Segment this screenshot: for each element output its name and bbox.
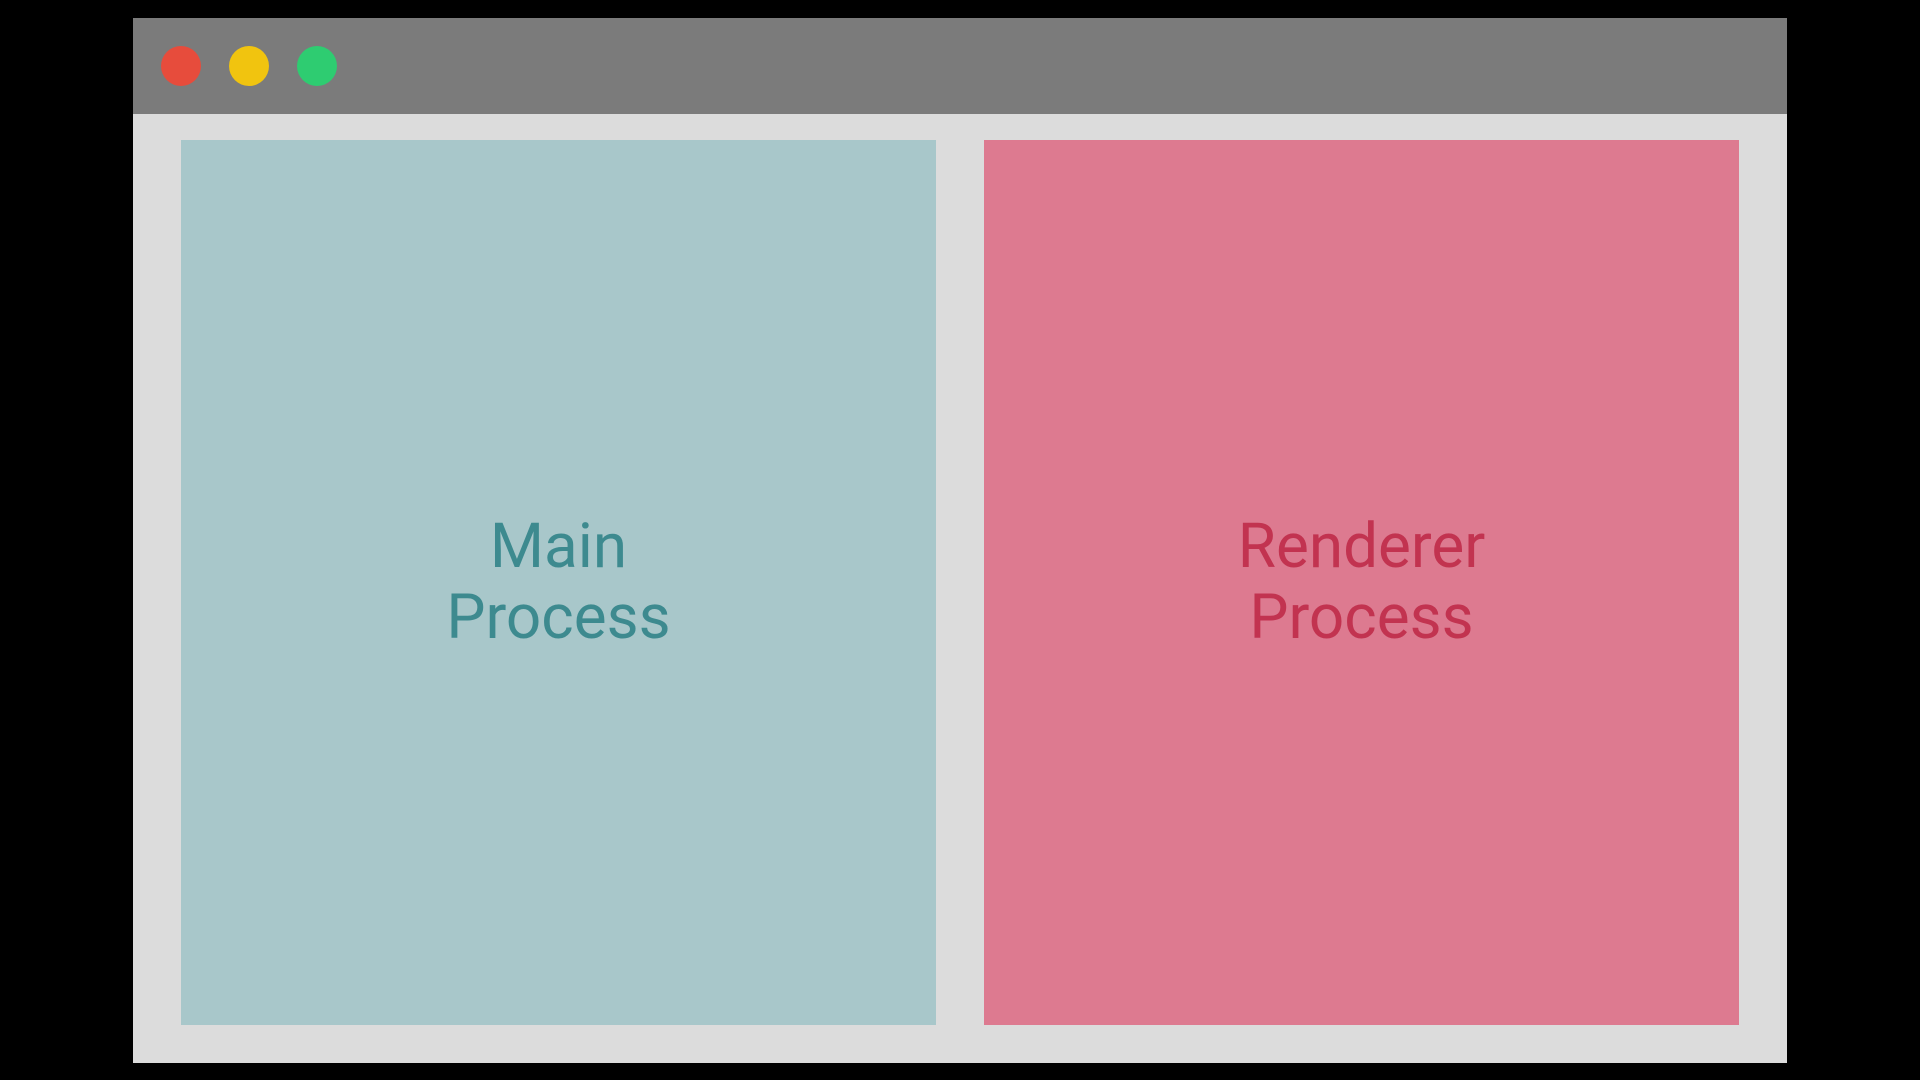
- window-minimize-button[interactable]: [229, 46, 269, 86]
- renderer-process-label: Renderer Process: [1238, 511, 1486, 654]
- window-close-button[interactable]: [161, 46, 201, 86]
- window-titlebar: [133, 18, 1787, 114]
- renderer-process-panel: Renderer Process: [984, 140, 1739, 1025]
- window-maximize-button[interactable]: [297, 46, 337, 86]
- window-content: Main Process Renderer Process: [133, 114, 1787, 1063]
- diagram-window: Main Process Renderer Process: [133, 18, 1787, 1063]
- main-process-panel: Main Process: [181, 140, 936, 1025]
- main-process-label: Main Process: [446, 511, 670, 654]
